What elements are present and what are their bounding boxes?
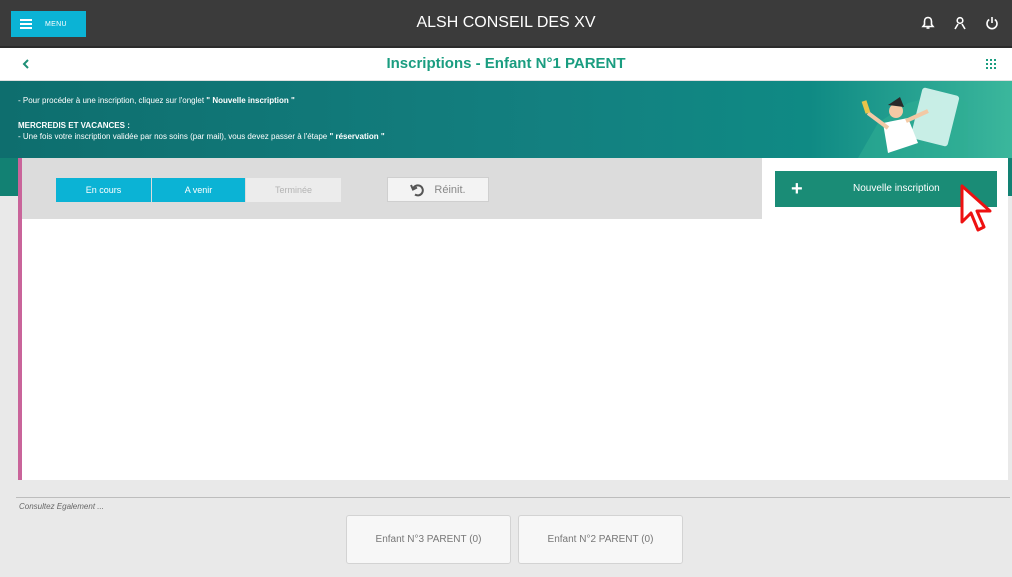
tab-a-venir[interactable]: A venir bbox=[152, 178, 245, 202]
banner-line-2-text: - Une fois votre inscription validée par… bbox=[18, 132, 330, 141]
child-button-enfant-2[interactable]: Enfant N°2 PARENT (0) bbox=[518, 515, 683, 564]
frame-accent-left bbox=[0, 158, 18, 196]
power-icon[interactable] bbox=[984, 15, 1000, 31]
banner-line-1-bold: " Nouvelle inscription " bbox=[206, 96, 295, 105]
banner-heading-text: MERCREDIS ET VACANCES : bbox=[18, 121, 130, 130]
top-icons bbox=[920, 15, 1000, 31]
top-bar: MENU ALSH CONSEIL DES XV bbox=[0, 0, 1012, 48]
banner-line-2-bold: " réservation " bbox=[329, 132, 385, 141]
new-inscription-label: Nouvelle inscription bbox=[853, 183, 940, 194]
grid-icon[interactable] bbox=[986, 59, 996, 69]
info-banner: - Pour procéder à une inscription, cliqu… bbox=[0, 81, 1012, 158]
bell-icon[interactable] bbox=[920, 15, 936, 31]
undo-icon bbox=[410, 183, 425, 196]
banner-line-1: - Pour procéder à une inscription, cliqu… bbox=[18, 96, 295, 105]
banner-line-2: - Une fois votre inscription validée par… bbox=[18, 132, 385, 141]
filter-toolbar: En cours A venir Terminée Réinit. bbox=[22, 158, 762, 219]
pointer-cursor-icon bbox=[960, 184, 992, 232]
sub-header: Inscriptions - Enfant N°1 PARENT bbox=[0, 48, 1012, 81]
reset-button[interactable]: Réinit. bbox=[387, 177, 489, 202]
page-title: Inscriptions - Enfant N°1 PARENT bbox=[386, 55, 626, 72]
consult-label: Consultez Egalement ... bbox=[19, 502, 104, 511]
tab-en-cours[interactable]: En cours bbox=[56, 178, 151, 202]
frame-accent-right bbox=[1008, 158, 1012, 196]
app-title: ALSH CONSEIL DES XV bbox=[416, 14, 596, 31]
banner-line-1-text: - Pour procéder à une inscription, cliqu… bbox=[18, 96, 207, 105]
banner-illustration bbox=[858, 87, 968, 158]
tab-terminee[interactable]: Terminée bbox=[246, 178, 341, 202]
footer-divider bbox=[16, 497, 1010, 498]
child-button-enfant-3[interactable]: Enfant N°3 PARENT (0) bbox=[346, 515, 511, 564]
reset-label: Réinit. bbox=[434, 183, 466, 196]
plus-icon: + bbox=[791, 178, 803, 200]
banner-heading: MERCREDIS ET VACANCES : bbox=[18, 121, 130, 130]
user-icon[interactable] bbox=[952, 15, 968, 31]
